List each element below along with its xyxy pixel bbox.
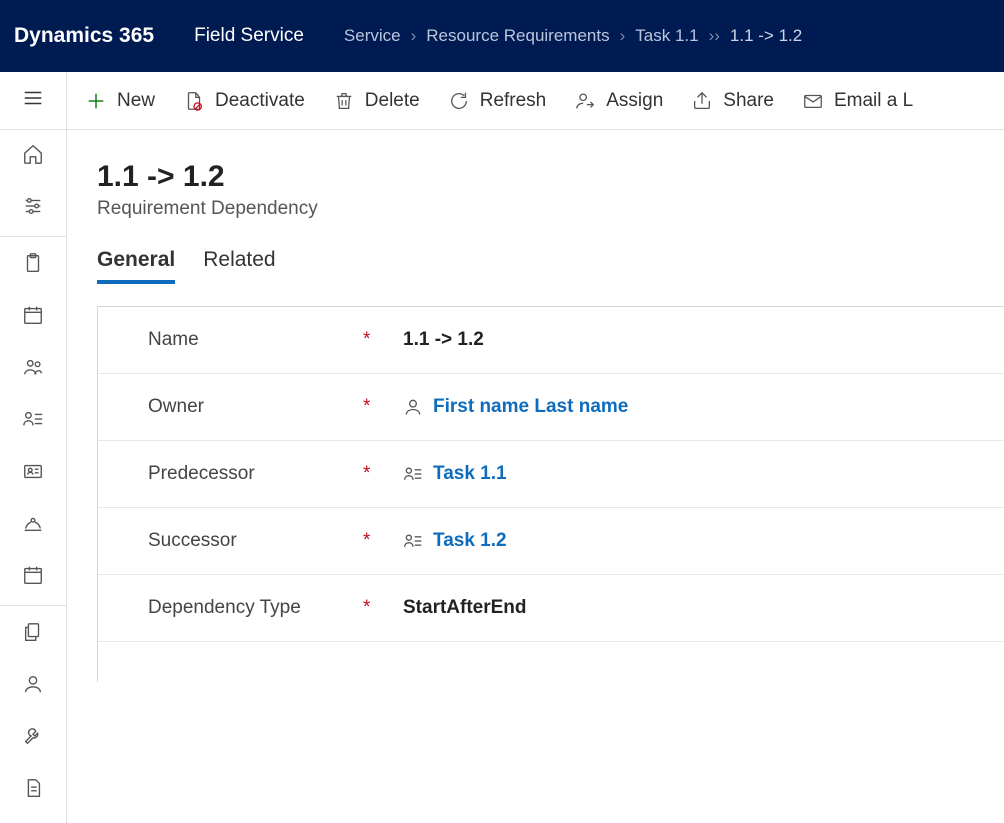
assign-icon [574, 90, 596, 112]
sliders-icon [22, 195, 44, 222]
person-icon [403, 397, 423, 417]
field-label: Successor [148, 530, 363, 552]
nav-person[interactable] [0, 660, 66, 712]
field-label: Owner [148, 396, 363, 418]
field-label: Dependency Type [148, 597, 363, 619]
left-nav-rail [0, 72, 67, 823]
trash-icon [333, 90, 355, 112]
breadcrumb-resource-requirements[interactable]: Resource Requirements [426, 26, 609, 46]
owner-link[interactable]: First name Last name [433, 396, 628, 418]
required-indicator: * [363, 329, 403, 351]
field-value-lookup[interactable]: Task 1.2 [403, 530, 507, 552]
field-successor[interactable]: Successor * Task 1.2 [98, 508, 1004, 575]
nav-toggle[interactable] [0, 72, 66, 130]
calendar-icon [22, 304, 44, 331]
form-section-general: Name * 1.1 -> 1.2 Owner * First name Las… [97, 306, 1004, 682]
clipboard-icon [22, 252, 44, 279]
required-indicator: * [363, 396, 403, 418]
tab-related[interactable]: Related [203, 248, 275, 284]
person-list-icon [403, 464, 423, 484]
command-bar: New Deactivate Delete Refresh [67, 72, 1004, 130]
email-link-button[interactable]: Email a L [802, 90, 913, 112]
assign-button[interactable]: Assign [574, 90, 663, 112]
new-button[interactable]: New [85, 90, 155, 112]
nav-id-card[interactable] [0, 447, 66, 499]
successor-link[interactable]: Task 1.2 [433, 530, 507, 552]
nav-wrench[interactable] [0, 712, 66, 764]
required-indicator: * [363, 597, 403, 619]
breadcrumb-current: 1.1 -> 1.2 [730, 26, 802, 46]
id-card-icon [22, 460, 44, 487]
share-label: Share [723, 90, 774, 112]
delete-label: Delete [365, 90, 420, 112]
module-name[interactable]: Field Service [194, 25, 304, 47]
field-predecessor[interactable]: Predecessor * Task 1.1 [98, 441, 1004, 508]
refresh-icon [448, 90, 470, 112]
field-owner[interactable]: Owner * First name Last name [98, 374, 1004, 441]
nav-home[interactable] [0, 130, 66, 182]
nav-divider [0, 605, 66, 606]
email-icon [802, 90, 824, 112]
home-icon [22, 143, 44, 170]
nav-calendar-2[interactable] [0, 551, 66, 603]
deactivate-button[interactable]: Deactivate [183, 90, 305, 112]
field-name[interactable]: Name * 1.1 -> 1.2 [98, 307, 1004, 374]
breadcrumb-task[interactable]: Task 1.1 [635, 26, 698, 46]
refresh-button[interactable]: Refresh [448, 90, 547, 112]
nav-people[interactable] [0, 343, 66, 395]
record-entity-type: Requirement Dependency [97, 198, 1004, 220]
field-value-lookup[interactable]: First name Last name [403, 396, 628, 418]
nav-calendar-1[interactable] [0, 291, 66, 343]
field-dependency-type[interactable]: Dependency Type * StartAfterEnd [98, 575, 1004, 642]
nav-document[interactable] [0, 764, 66, 816]
required-indicator: * [363, 463, 403, 485]
nav-divider [0, 236, 66, 237]
refresh-label: Refresh [480, 90, 547, 112]
assign-label: Assign [606, 90, 663, 112]
person-list-icon [403, 531, 423, 551]
calendar-icon [22, 564, 44, 591]
service-icon [22, 512, 44, 539]
chevron-right-icon: › [411, 26, 417, 46]
nav-service[interactable] [0, 499, 66, 551]
breadcrumb: Service › Resource Requirements › Task 1… [344, 26, 802, 46]
required-indicator: * [363, 530, 403, 552]
person-list-icon [22, 408, 44, 435]
nav-sliders[interactable] [0, 182, 66, 234]
field-label: Name [148, 329, 363, 351]
record-header: 1.1 -> 1.2 Requirement Dependency [67, 130, 1004, 220]
breadcrumb-service[interactable]: Service [344, 26, 401, 46]
nav-clipboard[interactable] [0, 239, 66, 291]
field-value[interactable]: 1.1 -> 1.2 [403, 329, 484, 351]
form-tabs: General Related [67, 220, 1004, 284]
people-icon [22, 356, 44, 383]
field-value[interactable]: StartAfterEnd [403, 597, 527, 619]
hamburger-icon [22, 87, 44, 114]
main-content: New Deactivate Delete Refresh [67, 72, 1004, 823]
person-icon [22, 673, 44, 700]
delete-button[interactable]: Delete [333, 90, 420, 112]
plus-icon [85, 90, 107, 112]
tab-general[interactable]: General [97, 248, 175, 284]
new-label: New [117, 90, 155, 112]
field-label: Predecessor [148, 463, 363, 485]
chevron-double-right-icon: ›› [709, 26, 720, 46]
nav-documents[interactable] [0, 608, 66, 660]
chevron-right-icon: › [620, 26, 626, 46]
wrench-icon [22, 725, 44, 752]
global-header: Dynamics 365 Field Service Service › Res… [0, 0, 1004, 72]
app-name[interactable]: Dynamics 365 [14, 24, 154, 48]
predecessor-link[interactable]: Task 1.1 [433, 463, 507, 485]
email-label: Email a L [834, 90, 913, 112]
deactivate-icon [183, 90, 205, 112]
share-button[interactable]: Share [691, 90, 774, 112]
field-value-lookup[interactable]: Task 1.1 [403, 463, 507, 485]
deactivate-label: Deactivate [215, 90, 305, 112]
documents-icon [22, 621, 44, 648]
nav-person-list[interactable] [0, 395, 66, 447]
share-icon [691, 90, 713, 112]
record-title: 1.1 -> 1.2 [97, 160, 1004, 194]
document-icon [22, 777, 44, 804]
